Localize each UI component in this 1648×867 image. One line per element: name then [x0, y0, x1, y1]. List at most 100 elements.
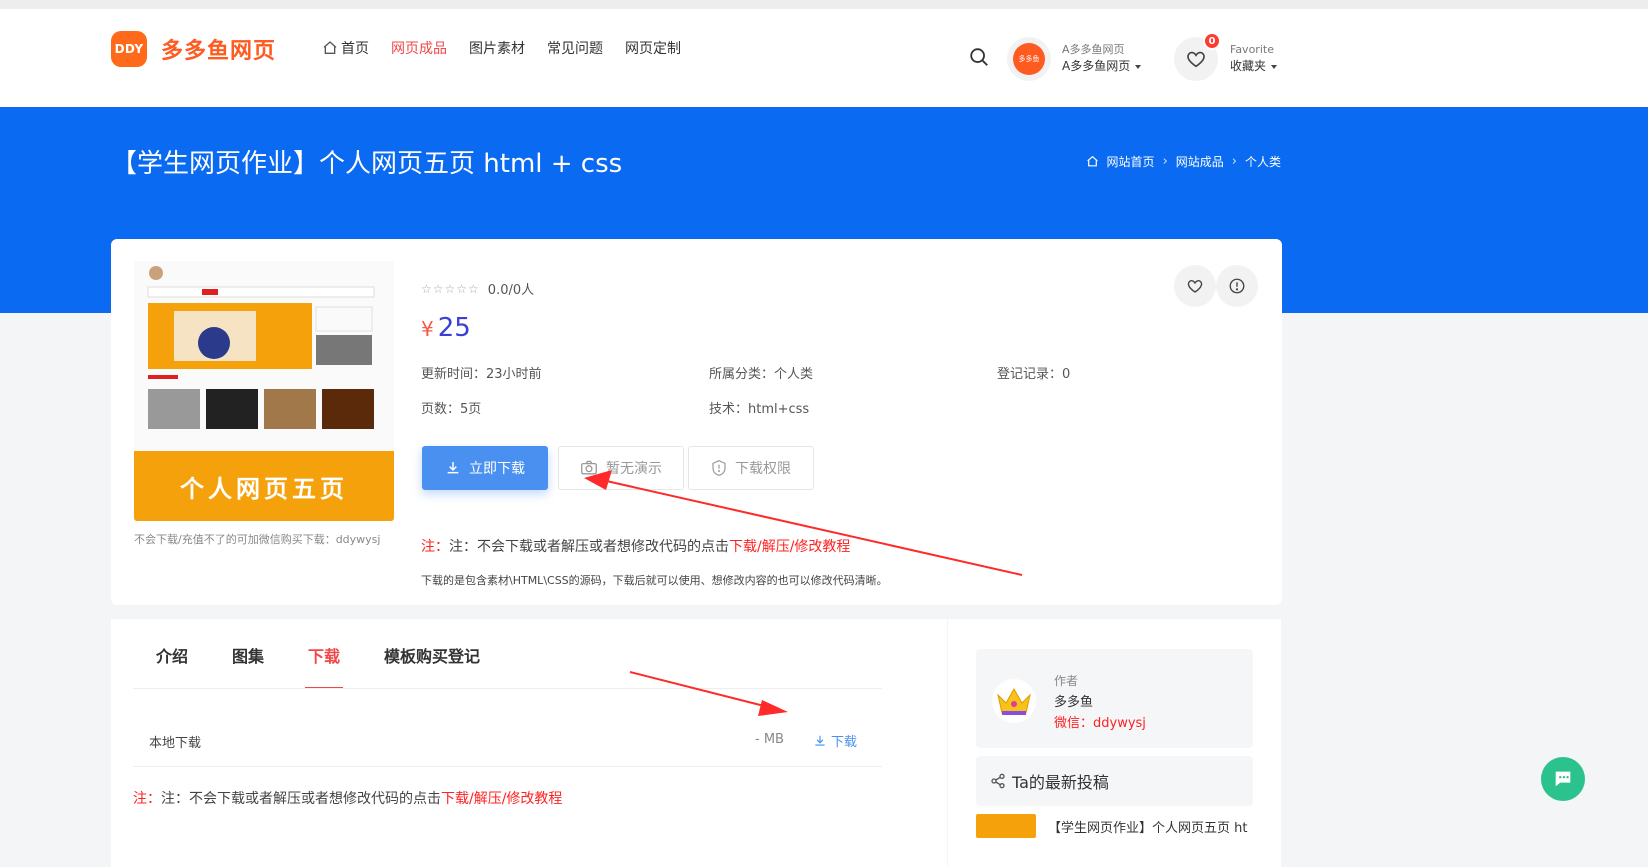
breadcrumb-category[interactable]: 网站成品 — [1176, 153, 1224, 170]
tutorial-link[interactable]: 下载/解压/修改教程 — [441, 791, 562, 807]
download-icon — [447, 462, 459, 474]
download-icon — [815, 735, 825, 746]
meta-pages: 页数：5页 — [421, 402, 482, 417]
download-permission-button[interactable]: 下载权限 — [688, 446, 814, 490]
author-avatar[interactable] — [992, 679, 1036, 723]
card-favorite-button[interactable] — [1174, 265, 1216, 307]
main-nav: 首页 网页成品 图片素材 常见问题 网页定制 — [322, 38, 681, 58]
nav-label: 首页 — [341, 41, 369, 57]
report-button[interactable] — [1216, 265, 1258, 307]
breadcrumb-home[interactable]: 网站首页 — [1107, 153, 1155, 170]
note-marker: 注： — [133, 791, 161, 807]
meta-category: 所属分类：个人类 — [709, 367, 814, 382]
logo-badge: DDY — [111, 31, 147, 67]
tab-gallery[interactable]: 图集 — [232, 643, 264, 667]
source-note: 下载的是包含素材\HTML\CSS的源码，下载后就可以使用、想修改内容的也可以修… — [421, 574, 888, 587]
file-size: - MB — [755, 732, 784, 747]
author-wechat: 微信：ddywysj — [1054, 716, 1146, 731]
chevron-right-icon: › — [1162, 154, 1168, 169]
preview-illustration — [147, 266, 375, 429]
author-name[interactable]: 多多鱼 — [1054, 692, 1146, 713]
tab-intro[interactable]: 介绍 — [156, 643, 188, 667]
tab-bar: 介绍 图集 下载 模板购买登记 — [156, 643, 524, 667]
download-link[interactable]: 下载 — [813, 731, 857, 750]
latest-post-item[interactable]: 【学生网页作业】个人网页五页 ht — [976, 814, 1247, 838]
meta-tech: 技术：html+css — [709, 402, 810, 417]
crown-icon — [997, 687, 1031, 715]
tab-purchase-register[interactable]: 模板购买登记 — [384, 643, 480, 667]
tabs-tutorial-note: 注：注：不会下载或者解压或者想修改代码的点击下载/解压/修改教程 — [133, 788, 562, 808]
chevron-right-icon: › — [1231, 154, 1237, 169]
page-title: 【学生网页作业】个人网页五页 html + css — [111, 149, 623, 179]
shield-icon — [712, 460, 726, 476]
search-button[interactable] — [968, 46, 990, 72]
note-text: 注：不会下载或者解压或者想修改代码的点击 — [161, 791, 441, 807]
latest-posts-title: Ta的最新投稿 — [1012, 773, 1109, 792]
breadcrumb: 网站首页 › 网站成品 › 个人类 — [1086, 153, 1281, 170]
author-info: 作者 多多鱼 微信：ddywysj — [1054, 671, 1146, 734]
home-icon — [1086, 155, 1098, 167]
download-link-label: 下载 — [831, 735, 858, 750]
top-strip — [0, 0, 1648, 9]
nav-custom[interactable]: 网页定制 — [625, 38, 681, 58]
nav-templates[interactable]: 网页成品 — [391, 38, 447, 58]
logo-text: 多多鱼网页 — [161, 39, 277, 64]
nav-faq[interactable]: 常见问题 — [547, 38, 603, 58]
chat-icon — [1555, 771, 1571, 787]
product-thumbnail[interactable]: 个人网页五页 — [134, 261, 394, 521]
favorites-menu[interactable]: Favorite 收藏夹 — [1230, 41, 1278, 75]
search-icon — [970, 48, 988, 66]
thumbnail-preview — [134, 261, 394, 451]
user-menu[interactable]: A多多鱼网页 A多多鱼网页 — [1062, 41, 1142, 75]
favorite-count-badge: 0 — [1203, 32, 1221, 50]
price: ¥25 — [421, 313, 471, 343]
alert-circle-icon — [1229, 278, 1245, 294]
nav-label: 常见问题 — [547, 41, 603, 57]
demo-button[interactable]: 暂无演示 — [558, 446, 684, 490]
chevron-down-icon — [1271, 64, 1278, 69]
star-rating-icon: ☆☆☆☆☆ — [421, 281, 480, 296]
post-title: 【学生网页作业】个人网页五页 ht — [1048, 820, 1248, 836]
site-logo[interactable]: DDY 多多鱼网页 — [111, 31, 276, 67]
heart-icon — [1187, 280, 1203, 293]
nav-images[interactable]: 图片素材 — [469, 38, 525, 58]
tab-download[interactable]: 下载 — [308, 643, 340, 667]
note-text: 注：不会下载或者解压或者想修改代码的点击 — [449, 539, 729, 555]
camera-icon — [581, 460, 597, 475]
download-source-label: 本地下载 — [149, 736, 202, 751]
share-icon — [991, 773, 1005, 789]
download-row: 本地下载 - MB 下载 — [133, 689, 882, 767]
author-label: 作者 — [1054, 674, 1079, 688]
download-now-label: 立即下载 — [469, 461, 525, 477]
home-icon — [323, 41, 337, 54]
nav-label: 网页成品 — [391, 41, 447, 57]
nav-home[interactable]: 首页 — [322, 38, 369, 58]
product-card: 个人网页五页 不会下载/充值不了的可加微信购买下载：ddywysj ☆☆☆☆☆ … — [111, 239, 1282, 605]
user-avatar[interactable]: 多多鱼 — [1007, 37, 1051, 81]
user-name: A多多鱼网页 — [1062, 59, 1131, 73]
purchase-note: 不会下载/充值不了的可加微信购买下载：ddywysj — [134, 533, 381, 546]
permission-label: 下载权限 — [735, 461, 791, 477]
heart-icon — [1187, 51, 1205, 68]
tutorial-link[interactable]: 下载/解压/修改教程 — [729, 539, 850, 555]
download-now-button[interactable]: 立即下载 — [422, 446, 548, 490]
thumbnail-title: 个人网页五页 — [134, 451, 394, 521]
rating-value: 0.0/0人 — [487, 283, 535, 298]
favorite-label: 收藏夹 — [1230, 59, 1267, 73]
post-thumbnail — [976, 814, 1036, 838]
user-subtitle: A多多鱼网页 — [1062, 43, 1125, 56]
chat-button[interactable] — [1541, 757, 1585, 801]
note-marker: 注： — [421, 539, 449, 555]
demo-label: 暂无演示 — [606, 461, 662, 477]
author-sidebar: 作者 多多鱼 微信：ddywysj Ta的最新投稿 【学生网页作业】个人网页五页… — [948, 619, 1281, 867]
tutorial-note: 注：注：不会下载或者解压或者想修改代码的点击下载/解压/修改教程 — [421, 536, 850, 556]
author-card: 作者 多多鱼 微信：ddywysj — [976, 649, 1253, 748]
breadcrumb-current[interactable]: 个人类 — [1245, 153, 1281, 170]
chevron-down-icon — [1135, 64, 1142, 69]
nav-label: 图片素材 — [469, 41, 525, 57]
currency-symbol: ¥ — [421, 317, 434, 341]
rating: ☆☆☆☆☆ 0.0/0人 — [421, 279, 535, 299]
latest-posts-header: Ta的最新投稿 — [976, 756, 1253, 806]
favorite-label-en: Favorite — [1230, 43, 1274, 56]
price-value: 25 — [437, 313, 471, 343]
